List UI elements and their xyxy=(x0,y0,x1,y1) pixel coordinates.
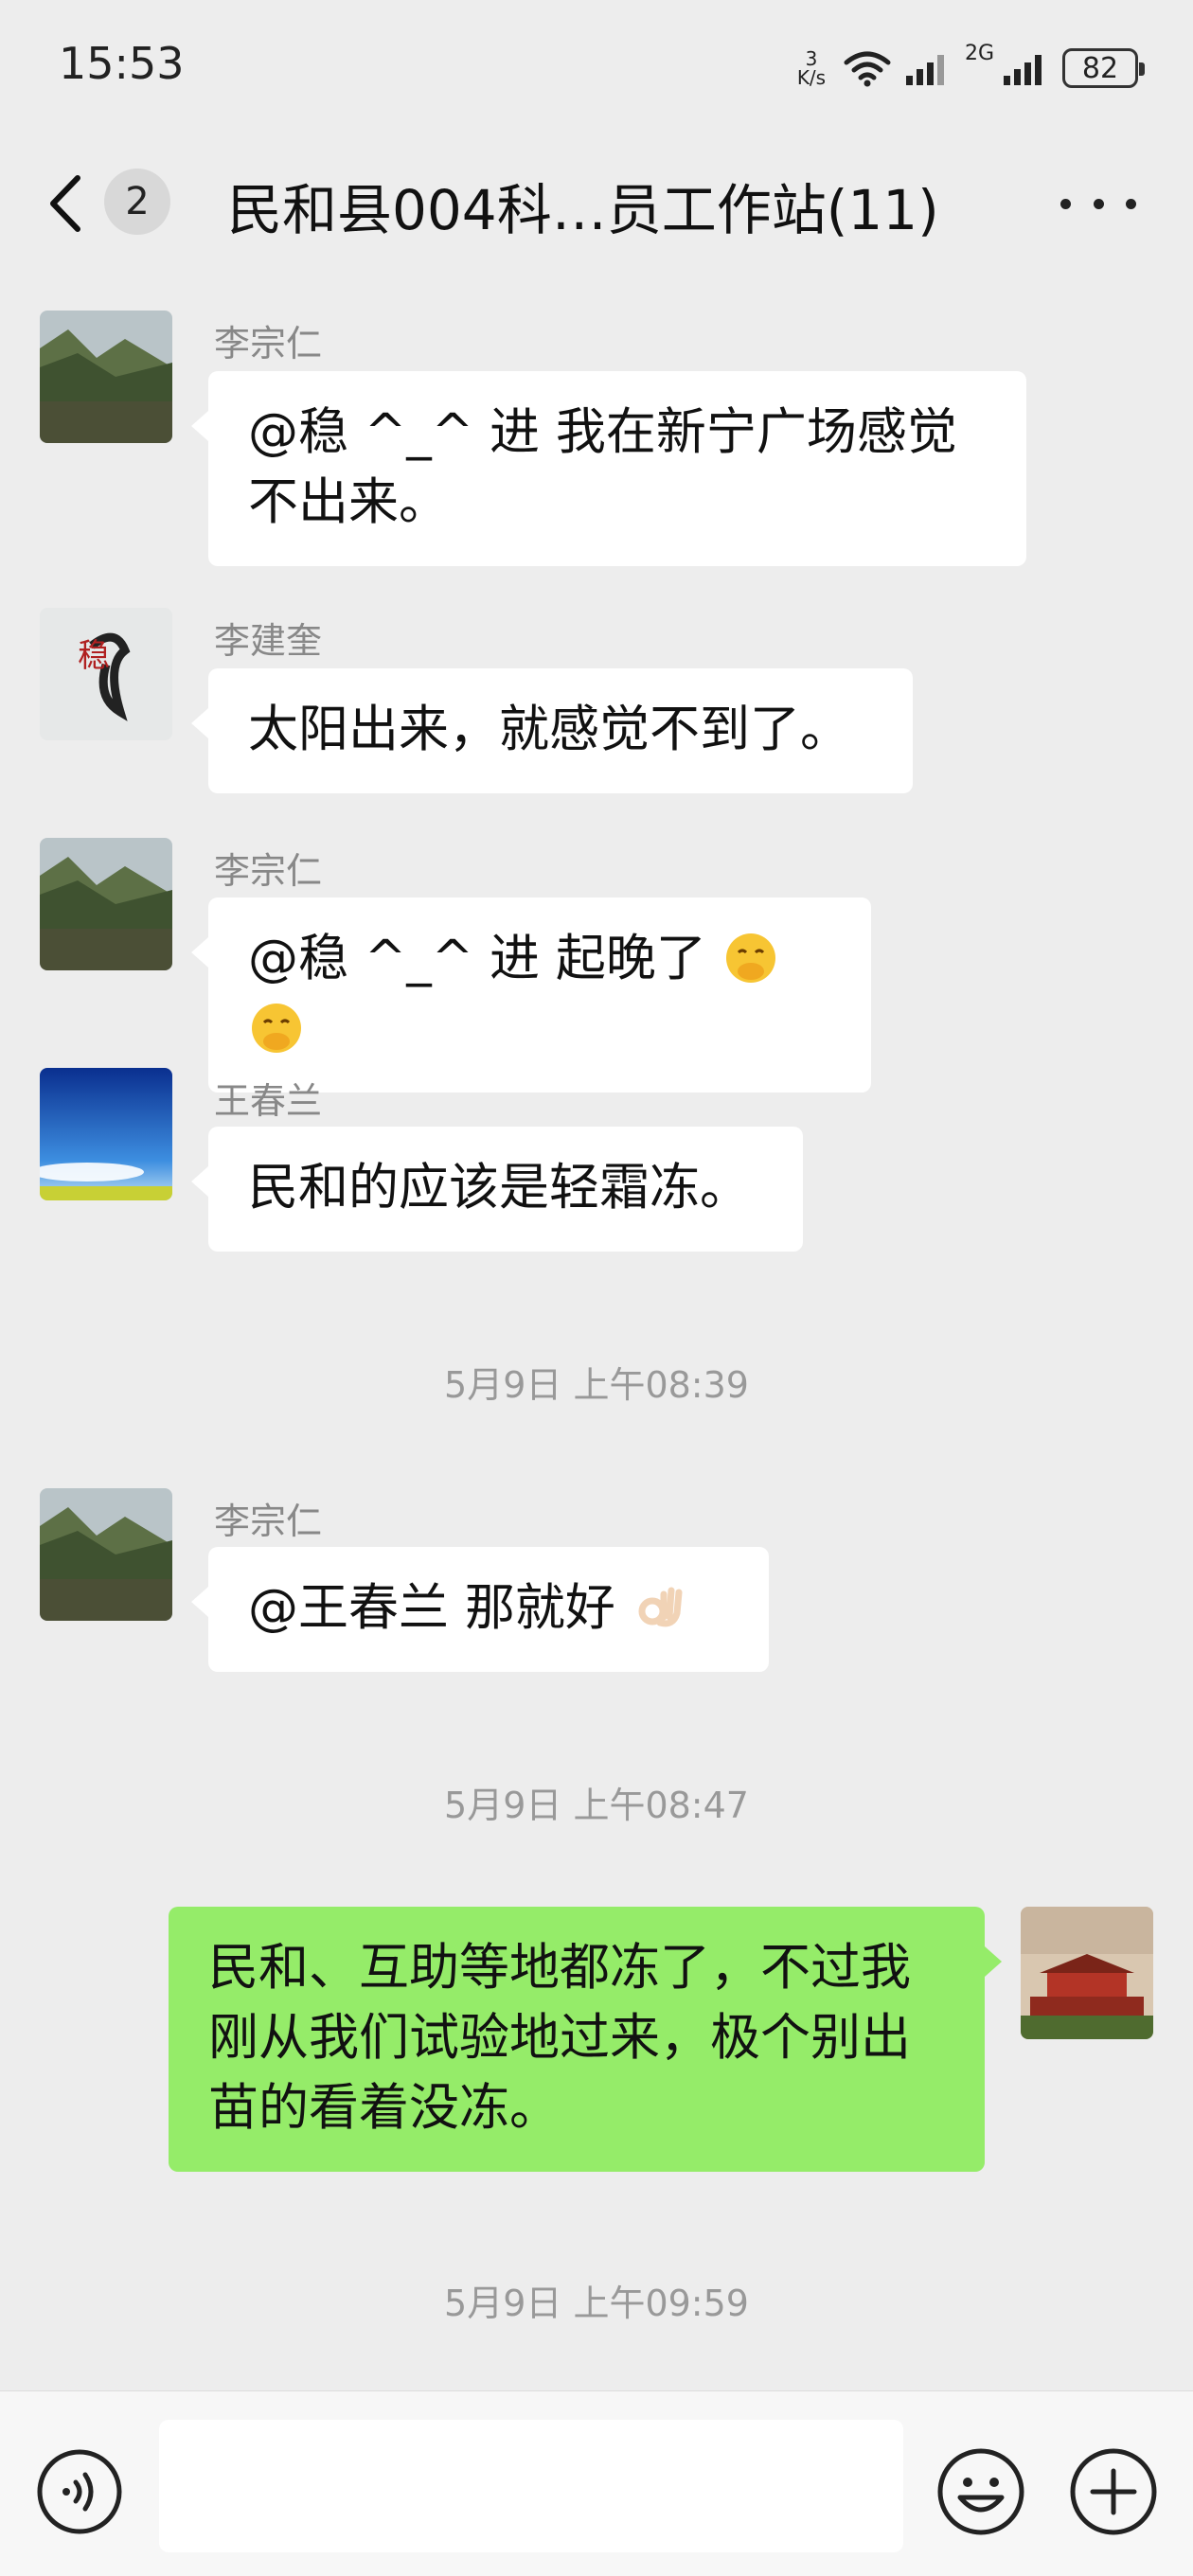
avatar-calligraphy[interactable]: 稳 xyxy=(40,608,172,740)
signal-icon xyxy=(905,55,944,85)
message-bubble[interactable]: 民和的应该是轻霜冻。 xyxy=(191,1127,803,1252)
timestamp: 5月9日 上午08:39 xyxy=(444,1364,749,1406)
my-message-bubble[interactable]: 民和、互助等地都冻了，不过我刚从我们试验地过来，极个别出苗的看着没冻。 xyxy=(169,1907,1002,2172)
message-text: @王春兰 那就好 xyxy=(248,1579,615,1637)
more-options-icon[interactable] xyxy=(1060,180,1136,227)
avatar-blue-sky[interactable] xyxy=(40,1068,172,1200)
svg-text:稳: 稳 xyxy=(78,637,110,675)
status-time: 15:53 xyxy=(59,38,185,89)
plus-icon[interactable] xyxy=(1068,2446,1159,2537)
network-2g-label: 2G xyxy=(964,42,994,65)
ok-hand-emoji-icon xyxy=(638,1587,683,1627)
status-icons: 3 K/s 2G 82 xyxy=(792,40,1145,97)
unread-count-badge[interactable]: 2 xyxy=(104,169,170,235)
sender-name: 李宗仁 xyxy=(214,1501,323,1542)
message-bubble[interactable]: @稳 ^_^ 进 起晚了 xyxy=(191,897,871,1093)
timestamp: 5月9日 上午08:47 xyxy=(444,1785,749,1826)
chat-input-bar xyxy=(0,2390,1193,2576)
message-bubble[interactable]: @稳 ^_^ 进 我在新宁广场感觉不出来。 xyxy=(191,371,1026,566)
network-speed: 3 K/s xyxy=(792,49,830,87)
back-arrow-icon[interactable] xyxy=(40,170,97,237)
avatar-tiananmen[interactable] xyxy=(1021,1907,1153,2039)
sender-name: 王春兰 xyxy=(214,1080,323,1122)
voice-input-icon[interactable] xyxy=(36,2448,123,2535)
network-speed-value: 3 xyxy=(805,47,818,70)
timestamp: 5月9日 上午09:59 xyxy=(444,2283,749,2324)
avatar-mountain-lake[interactable] xyxy=(40,311,172,443)
chat-title[interactable]: 民和县004科…员工作站(11) xyxy=(227,166,939,245)
message-bubble[interactable]: 太阳出来，就感觉不到了。 xyxy=(191,668,913,793)
status-bar: 15:53 3 K/s 2G 82 xyxy=(0,0,1193,133)
sender-name: 李建奎 xyxy=(214,620,323,662)
face-hand-over-mouth-emoji-icon xyxy=(252,1004,301,1053)
network-speed-unit: K/s xyxy=(796,66,827,89)
face-hand-over-mouth-emoji-icon xyxy=(725,933,775,983)
sender-name: 李宗仁 xyxy=(214,850,323,892)
message-input[interactable] xyxy=(159,2420,903,2552)
emoji-icon[interactable] xyxy=(935,2446,1026,2537)
signal-2g-icon xyxy=(1004,55,1042,85)
message-text: @稳 ^_^ 进 起晚了 xyxy=(248,930,706,987)
avatar-mountain-lake[interactable] xyxy=(40,1488,172,1621)
avatar-mountain-lake[interactable] xyxy=(40,838,172,970)
sender-name: 李宗仁 xyxy=(214,323,323,364)
message-bubble[interactable]: @王春兰 那就好 xyxy=(191,1547,769,1672)
wifi-icon xyxy=(844,51,891,87)
battery-icon: 82 xyxy=(1062,48,1145,88)
